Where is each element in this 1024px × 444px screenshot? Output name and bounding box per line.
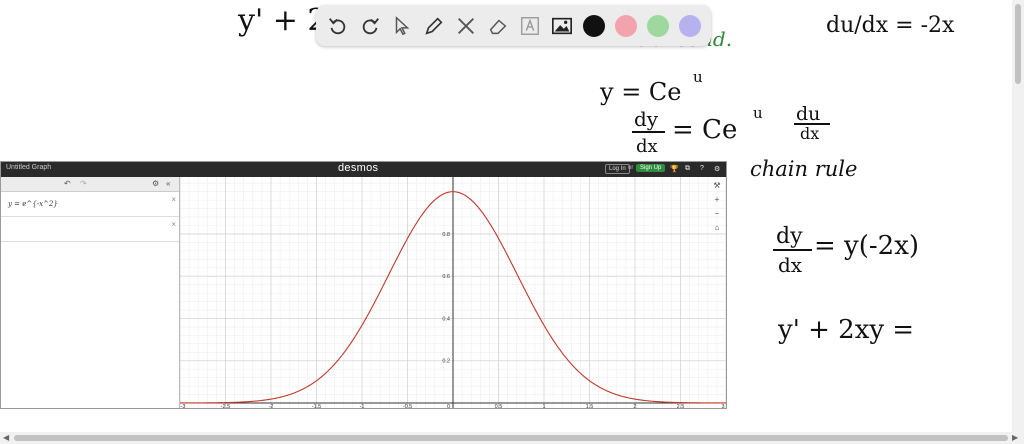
select-tool-button[interactable] [386, 10, 418, 42]
note-u-exponent: u [693, 68, 703, 86]
desmos-header: Untitled Graph desmos Log In or Sign Up … [1, 162, 726, 177]
note-chain-rule: chain rule [750, 157, 857, 181]
x-tick-label: -2 [269, 404, 274, 408]
note-y-ce-u: y = Ce [599, 78, 682, 106]
x-tick-label: -0.5 [403, 404, 412, 408]
expression-row-empty[interactable]: × [1, 217, 179, 242]
note-final-line: y' + 2xy = [777, 315, 914, 345]
color-pink-swatch[interactable] [615, 14, 637, 37]
cursor-icon [395, 15, 410, 35]
settings-icon[interactable]: ⚙ [714, 165, 720, 173]
image-tool-button[interactable] [546, 10, 578, 42]
x-tick-label: 2.5 [677, 404, 685, 408]
x-tick-label: 0.5 [495, 404, 503, 408]
expression-row[interactable]: y = e^{-x^2} × [1, 192, 179, 217]
redo-icon [362, 17, 379, 34]
color-green-swatch[interactable] [647, 14, 669, 37]
desmos-window: Untitled Graph desmos Log In or Sign Up … [0, 161, 727, 409]
x-tick-label: -2.5 [221, 404, 230, 408]
zoom-in-button[interactable]: + [711, 193, 723, 207]
scroll-left-icon[interactable]: ◀ [3, 433, 9, 442]
redo-button[interactable] [354, 10, 386, 42]
y-tick-label: 0.4 [442, 316, 450, 322]
gear-icon[interactable]: ⚙ [152, 179, 159, 188]
share-icon[interactable]: ⧉ [685, 165, 690, 173]
expression-1-text[interactable]: y = e^{-x^2} [8, 200, 58, 208]
undo-icon[interactable]: ↶ [64, 179, 71, 188]
x-tick-label: 1 [542, 404, 545, 408]
note-du: du [796, 103, 820, 125]
origin-label: 0 [447, 404, 450, 408]
close-icon[interactable]: × [171, 195, 176, 204]
x-tick-label: -3 [181, 404, 186, 408]
x-tick-label: -1.5 [312, 404, 321, 408]
text-box-icon [521, 16, 539, 35]
graph-title[interactable]: Untitled Graph [6, 164, 51, 171]
wrench-icon[interactable]: ⚒ [711, 179, 723, 193]
x-tick-label: 3 [721, 404, 724, 408]
expression-panel: ↶ ↷ ⚙ « y = e^{-x^2} × × [1, 177, 180, 408]
tools-icon [458, 17, 474, 34]
x-tick-label: 1.5 [586, 404, 594, 408]
signup-button[interactable]: Sign Up [636, 164, 666, 172]
scrollbar-thumb[interactable] [14, 435, 1008, 441]
x-tick-label: -1 [360, 404, 365, 408]
collapse-panel-icon[interactable]: « [166, 179, 170, 188]
scrollbar-thumb[interactable] [1015, 4, 1021, 84]
or-label: or [628, 165, 634, 171]
x-tick-label: 2 [633, 404, 636, 408]
close-icon[interactable]: × [171, 220, 176, 229]
text-tool-button[interactable] [514, 10, 546, 42]
note-du-dx-den: dx [800, 124, 819, 143]
zoom-controls: ⚒ + − ⌂ [711, 179, 723, 235]
eraser-icon [489, 18, 507, 34]
scroll-right-icon[interactable]: ▶ [1012, 433, 1018, 442]
note-dx: dx [636, 136, 658, 157]
undo-button[interactable] [322, 10, 354, 42]
pen-icon [425, 16, 443, 35]
vertical-scrollbar[interactable] [1012, 0, 1024, 432]
login-button[interactable]: Log In [605, 164, 630, 174]
pen-tool-button[interactable] [418, 10, 450, 42]
color-purple-swatch[interactable] [679, 14, 701, 37]
y-tick-label: 0.8 [442, 232, 450, 238]
zoom-out-button[interactable]: − [711, 207, 723, 221]
note-dx-2: dx [778, 253, 803, 277]
note-u-exponent-2: u [753, 104, 763, 122]
drawing-toolbar [316, 5, 711, 46]
image-icon [552, 17, 572, 34]
help-icon[interactable]: ? [700, 165, 704, 172]
note-du-dx: du/dx = -2x [826, 13, 955, 38]
desmos-logo: desmos [338, 162, 379, 174]
eraser-tool-button[interactable] [482, 10, 514, 42]
graph-canvas[interactable]: -3 -2.5 -2 -1.5 -1 -0.5 0.5 1 1.5 2 2.5 3 0.2 0.4 0.6 0… [180, 177, 726, 408]
color-black-swatch[interactable] [583, 14, 605, 37]
y-tick-label: 0.2 [442, 359, 450, 365]
undo-icon [329, 17, 346, 34]
note-dy-dx-eq: = y(-2x) [814, 231, 919, 261]
tools-button[interactable] [450, 10, 482, 42]
horizontal-scrollbar[interactable]: ◀ ▶ [0, 432, 1024, 444]
redo-icon[interactable]: ↷ [80, 179, 87, 188]
note-dy-2: dy [776, 224, 803, 249]
note-dy: dy [634, 107, 659, 131]
note-ce-u-line: = Ce [672, 115, 737, 145]
home-icon[interactable]: ⌂ [711, 221, 723, 235]
y-tick-label: 0.6 [442, 274, 450, 280]
trophy-icon[interactable]: 🏆 [670, 165, 679, 173]
expression-toolbar: ↶ ↷ ⚙ « [1, 177, 179, 192]
